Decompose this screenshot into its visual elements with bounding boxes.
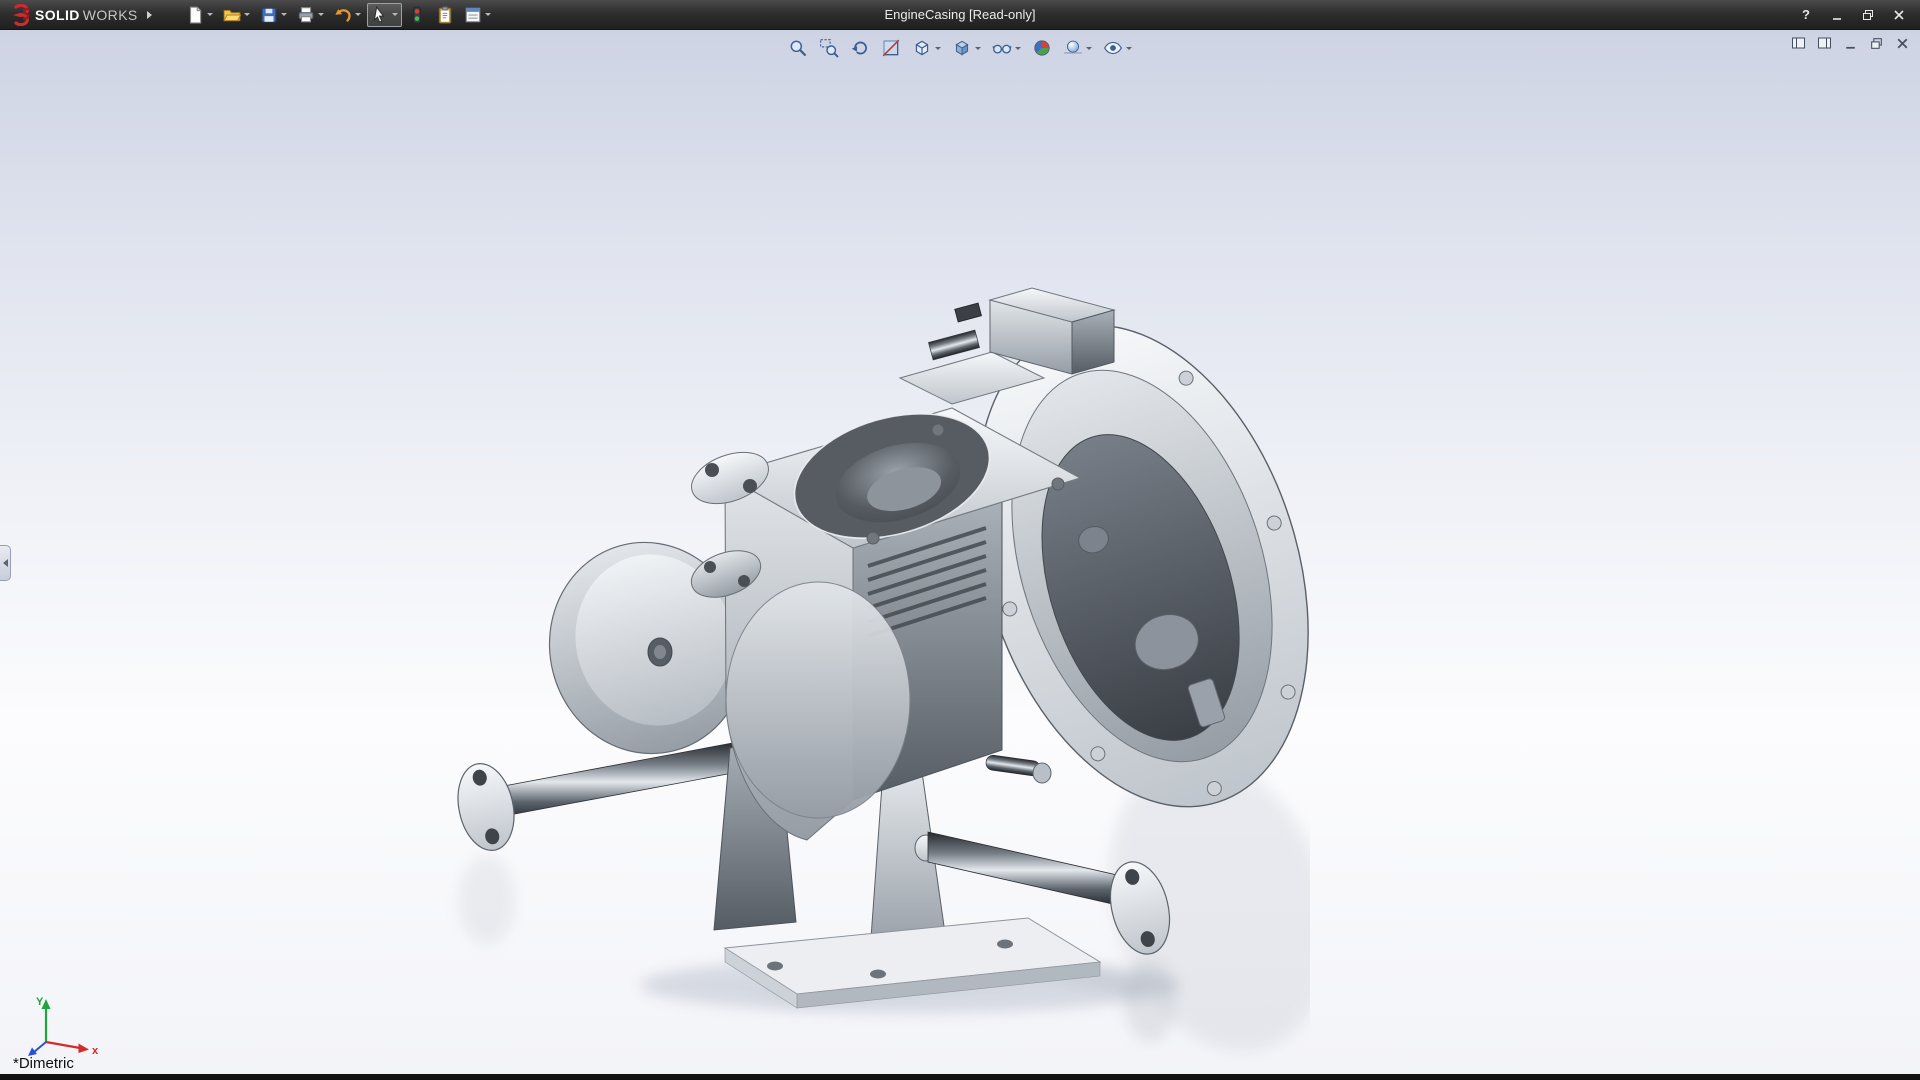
- apply-scene-icon: [1064, 40, 1082, 54]
- view-settings-button[interactable]: [1099, 35, 1136, 61]
- file-properties-button[interactable]: [432, 3, 458, 27]
- view-orientation-icon: [915, 40, 929, 56]
- help-button[interactable]: ?: [1795, 6, 1817, 24]
- new-document-icon: [189, 6, 201, 23]
- pane-layout-left-button[interactable]: [1788, 34, 1808, 52]
- restore-icon: [1863, 9, 1873, 20]
- pane-layout-right-icon: [1817, 37, 1831, 49]
- status-bar: [0, 1074, 1920, 1080]
- display-style-button[interactable]: [948, 35, 985, 61]
- triad-y-label: Y: [36, 996, 44, 1008]
- view-settings-eye-icon: [1103, 41, 1123, 55]
- solidworks-logo: SOLID WORKS: [0, 3, 158, 26]
- new-document-button[interactable]: [182, 3, 217, 27]
- zoom-to-fit-icon: [790, 40, 806, 56]
- featuremanager-collapse-tab[interactable]: [0, 545, 11, 581]
- doc-close-button[interactable]: [1892, 34, 1912, 52]
- select-cursor-icon: [373, 5, 385, 23]
- doc-restore-button[interactable]: [1866, 34, 1886, 52]
- display-style-icon: [955, 40, 969, 56]
- close-button[interactable]: [1888, 6, 1910, 24]
- previous-view-icon: [851, 41, 867, 55]
- select-tool-button[interactable]: [366, 2, 402, 27]
- file-properties-icon: [438, 6, 451, 23]
- hide-show-items-button[interactable]: [988, 35, 1025, 61]
- minimize-icon: [1833, 17, 1841, 20]
- document-window-controls: [1788, 34, 1912, 52]
- edit-appearance-icon: [1034, 40, 1050, 56]
- print-button[interactable]: [293, 3, 328, 27]
- doc-minimize-icon: [1845, 46, 1855, 49]
- open-folder-icon: [223, 9, 241, 21]
- solidworks-window: SOLID WORKS EngineCasing [Read-only] ? Y…: [0, 0, 1920, 1080]
- pane-layout-right-button[interactable]: [1814, 34, 1834, 52]
- open-button[interactable]: [219, 3, 254, 27]
- graphics-area[interactable]: Y x *Dimetric: [0, 30, 1920, 1074]
- restore-button[interactable]: [1857, 6, 1879, 24]
- doc-restore-icon: [1870, 37, 1882, 49]
- view-orientation-label: *Dimetric: [13, 1055, 74, 1072]
- doc-close-icon: [1897, 38, 1907, 48]
- save-button[interactable]: [256, 3, 291, 27]
- output-shaft: [985, 754, 1052, 784]
- minimize-button[interactable]: [1826, 6, 1848, 24]
- pane-layout-left-icon: [1791, 37, 1805, 49]
- logo-text-works: WORKS: [82, 6, 138, 23]
- close-icon: [1894, 9, 1904, 20]
- apply-scene-button[interactable]: [1059, 35, 1096, 61]
- document-title: EngineCasing [Read-only]: [884, 7, 1036, 22]
- logo-text-solid: SOLID: [35, 6, 80, 23]
- view-orientation-button[interactable]: [908, 35, 945, 61]
- previous-view-button[interactable]: [846, 35, 874, 61]
- engine-casing-model[interactable]: [430, 280, 1310, 1070]
- save-icon: [261, 7, 276, 22]
- options-icon: [465, 7, 480, 22]
- titlebar[interactable]: SOLID WORKS EngineCasing [Read-only] ?: [0, 0, 1920, 30]
- options-button[interactable]: [460, 3, 495, 27]
- ds-logo-icon: [12, 3, 30, 26]
- rebuild-button[interactable]: [404, 3, 430, 27]
- print-icon: [298, 6, 313, 22]
- heads-up-toolbar: [784, 35, 1136, 61]
- engine-mount-shaft-left: [457, 741, 739, 852]
- triad-x-label: x: [92, 1045, 99, 1057]
- zoom-to-area-button[interactable]: [815, 35, 843, 61]
- doc-minimize-button[interactable]: [1840, 34, 1860, 52]
- main-toolbar: [182, 2, 495, 27]
- zoom-to-fit-button[interactable]: [784, 35, 812, 61]
- menu-flyout-arrow[interactable]: [146, 10, 152, 19]
- zoom-to-area-icon: [820, 39, 839, 58]
- undo-button[interactable]: [330, 3, 365, 27]
- section-view-icon: [882, 39, 900, 57]
- section-view-button[interactable]: [877, 35, 905, 61]
- edit-appearance-button[interactable]: [1028, 35, 1056, 61]
- window-controls: ?: [1795, 6, 1920, 24]
- collapse-arrow-icon: [2, 559, 8, 567]
- undo-icon: [335, 8, 351, 22]
- hide-show-items-glasses-icon: [992, 44, 1012, 54]
- rebuild-traffic-light-icon: [412, 6, 421, 23]
